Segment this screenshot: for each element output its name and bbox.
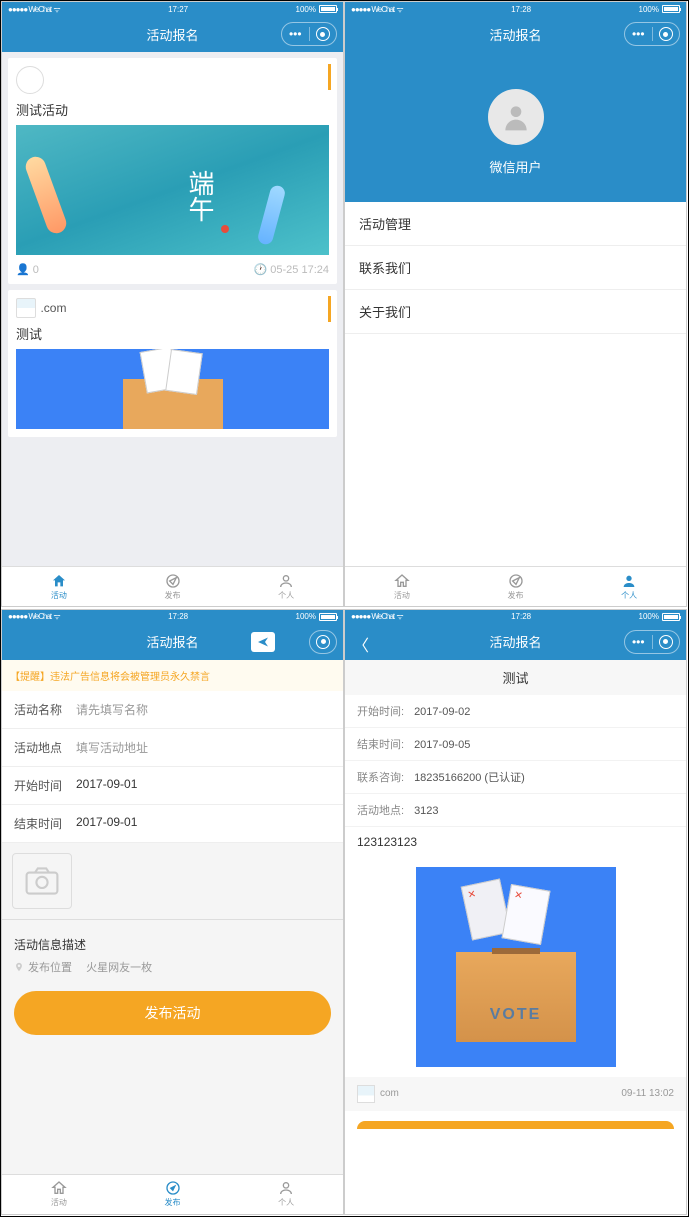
status-bar: ●●●●● WeChat ᯤ 17:28 100%	[345, 610, 686, 624]
tab-bar: 活动 发布 个人	[345, 566, 686, 606]
author-avatar-icon	[357, 1085, 375, 1103]
username: 微信用户	[489, 157, 541, 176]
menu-icon[interactable]: •••	[625, 27, 652, 41]
close-icon[interactable]	[310, 27, 337, 41]
author-name: .com	[40, 301, 66, 315]
card-title: 测试	[16, 324, 329, 343]
capsule-button[interactable]: •••	[281, 22, 337, 46]
author-row: com 09-11 13:02	[345, 1077, 686, 1111]
tab-activity[interactable]: 活动	[345, 567, 459, 606]
avatar-icon	[16, 66, 44, 94]
detail-body: 123123123	[345, 827, 686, 857]
nav-title: 活动报名	[489, 25, 541, 44]
nav-bar: 〈 活动报名 •••	[345, 624, 686, 660]
row-address: 活动地点:3123	[345, 794, 686, 827]
tab-profile[interactable]: 个人	[229, 567, 343, 606]
menu-icon[interactable]: •••	[625, 635, 652, 649]
nav-bar: 活动报名 •••	[345, 16, 686, 52]
tab-profile[interactable]: 个人	[229, 1175, 343, 1214]
description-label: 活动信息描述	[14, 936, 331, 953]
avatar-icon	[16, 298, 36, 318]
card-title: 测试活动	[16, 100, 329, 119]
post-time: 🕐 05-25 17:24	[254, 263, 329, 276]
highlight-bar	[328, 296, 331, 322]
menu-icon[interactable]: •••	[282, 27, 309, 41]
detail-title: 测试	[345, 660, 686, 695]
banner-image	[16, 349, 329, 429]
activity-card[interactable]: .com 测试	[8, 290, 337, 437]
post-time: 09-11 13:02	[621, 1088, 674, 1099]
field-start-time[interactable]: 开始时间2017-09-01	[2, 767, 343, 805]
menu-item-manage[interactable]: 活动管理	[345, 202, 686, 246]
close-icon[interactable]	[653, 27, 680, 41]
highlight-bar	[328, 64, 331, 90]
tab-activity[interactable]: 活动	[2, 567, 116, 606]
row-end-time: 结束时间:2017-09-05	[345, 728, 686, 761]
close-icon[interactable]	[653, 635, 680, 649]
status-bar: ●●●●● WeChat ᯤ 17:27 100%	[2, 2, 343, 16]
row-start-time: 开始时间:2017-09-02	[345, 695, 686, 728]
location-row[interactable]: 发布位置 火星网友一枚	[14, 959, 331, 975]
tab-publish[interactable]: 发布	[116, 1175, 230, 1214]
detail-image: VOTE	[416, 867, 616, 1067]
capsule-button[interactable]: •••	[624, 630, 680, 654]
field-end-time[interactable]: 结束时间2017-09-01	[2, 805, 343, 843]
warning-banner: 【提醒】违法广告信息将会被管理员永久禁言	[2, 660, 343, 691]
nav-bar: 活动报名	[2, 624, 343, 660]
menu-item-about[interactable]: 关于我们	[345, 290, 686, 334]
menu-item-contact[interactable]: 联系我们	[345, 246, 686, 290]
field-name[interactable]: 活动名称请先填写名称	[2, 691, 343, 729]
status-time: 17:27	[168, 5, 188, 14]
tab-profile[interactable]: 个人	[572, 567, 686, 606]
tab-publish[interactable]: 发布	[459, 567, 573, 606]
tab-bar: 活动 发布 个人	[2, 566, 343, 606]
image-upload[interactable]	[12, 853, 72, 909]
back-button[interactable]: 〈	[353, 632, 369, 656]
publish-button[interactable]: 发布活动	[14, 991, 331, 1035]
send-button[interactable]	[251, 632, 275, 652]
participant-count: 👤 0	[16, 263, 39, 276]
banner-image: 端午	[16, 125, 329, 255]
row-contact: 联系咨询:18235166200 (已认证)	[345, 761, 686, 794]
avatar-icon[interactable]	[488, 89, 544, 145]
nav-title: 活动报名	[146, 632, 198, 651]
status-bar: ●●●●● WeChat ᯤ 17:28 100%	[2, 610, 343, 624]
author-name: com	[380, 1088, 399, 1099]
profile-header: 微信用户	[345, 52, 686, 202]
tab-bar: 活动 发布 个人	[2, 1174, 343, 1214]
close-button[interactable]	[309, 630, 337, 654]
tab-publish[interactable]: 发布	[116, 567, 230, 606]
field-address[interactable]: 活动地点填写活动地址	[2, 729, 343, 767]
capsule-button[interactable]: •••	[624, 22, 680, 46]
status-bar: ●●●●● WeChat ᯤ 17:28 100%	[345, 2, 686, 16]
activity-card[interactable]: 测试活动 端午 👤 0 🕐 05-25 17:24	[8, 58, 337, 284]
nav-title: 活动报名	[146, 25, 198, 44]
action-button[interactable]	[357, 1121, 674, 1129]
nav-title: 活动报名	[489, 632, 541, 651]
nav-bar: 活动报名 •••	[2, 16, 343, 52]
tab-activity[interactable]: 活动	[2, 1175, 116, 1214]
